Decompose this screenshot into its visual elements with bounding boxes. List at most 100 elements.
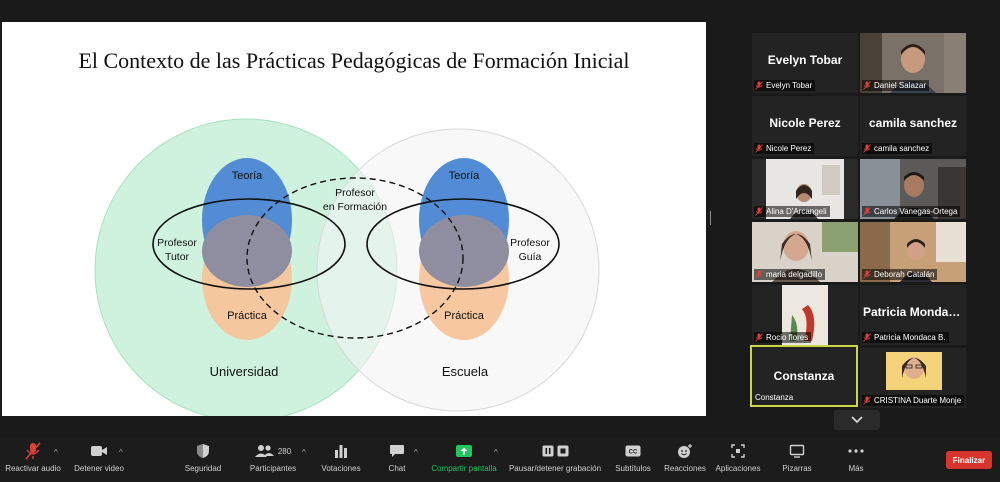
participant-tile[interactable]: camila sanchez camila sanchez — [860, 96, 966, 156]
pause-icon — [542, 445, 553, 457]
participant-tile[interactable]: Deborah Catalán — [860, 222, 966, 282]
polls-button[interactable]: Votaciones — [318, 442, 364, 480]
participant-tile[interactable]: Alina D'Arcangeli — [752, 159, 858, 219]
participant-label: Rocio flores — [754, 332, 812, 343]
pause-stop-recording-button[interactable]: Pausar/detener grabación — [506, 442, 604, 480]
participant-label: CRISTINA Duarte Monje — [862, 395, 965, 406]
participant-tile[interactable]: Carlos Vanegas-Ortega — [860, 159, 966, 219]
mic-muted-icon — [755, 207, 763, 216]
participant-label: Nicole Perez — [754, 143, 815, 154]
gallery-next-page-button[interactable] — [834, 410, 880, 430]
stop-video-label: Detener video — [74, 464, 124, 473]
smiley-add-icon — [678, 444, 692, 458]
more-button[interactable]: Más — [838, 442, 874, 480]
participant-label: Alina D'Arcangeli — [754, 206, 830, 217]
panel-splitter-handle[interactable] — [709, 211, 713, 225]
mic-muted-icon — [755, 270, 763, 279]
participants-label: Participantes — [249, 464, 297, 473]
participant-big-name: Evelyn Tobar — [767, 53, 843, 67]
participant-tile-active-speaker[interactable]: Constanza Constanza — [750, 345, 858, 407]
mic-muted-icon — [863, 396, 871, 405]
share-options-caret-icon[interactable]: ^ — [494, 448, 498, 457]
participant-label: Deborah Catalán — [862, 269, 938, 280]
participant-big-name: camila sanchez — [868, 116, 958, 130]
participant-label: Carlos Vanegas-Ortega — [862, 206, 961, 217]
security-button[interactable]: Seguridad — [180, 442, 226, 480]
pause-stop-recording-label: Pausar/detener grabación — [508, 464, 602, 473]
captions-button[interactable]: CC Subtítulos — [612, 442, 654, 480]
participants-button[interactable]: 280 Participantes — [246, 442, 300, 480]
participant-label: maria delgadillo — [754, 269, 826, 280]
label-practica-left: Práctica — [227, 310, 268, 322]
participant-label: Patricia Mondaca B. — [862, 332, 949, 343]
participant-tile[interactable]: Rocio flores — [752, 285, 858, 345]
whiteboards-button[interactable]: Pizarras — [776, 442, 818, 480]
svg-text:CC: CC — [629, 450, 638, 456]
shared-screen: El Contexto de las Prácticas Pedagógicas… — [0, 0, 708, 438]
participant-label: camila sanchez — [862, 143, 933, 154]
mic-muted-icon — [25, 442, 41, 460]
participant-name: camila sanchez — [874, 144, 930, 153]
mic-muted-icon — [863, 270, 871, 279]
participant-label: Evelyn Tobar — [754, 80, 816, 91]
participant-tile[interactable]: Nicole Perez Nicole Perez — [752, 96, 858, 156]
mic-muted-icon — [863, 144, 871, 153]
zoom-meeting-window: El Contexto de las Prácticas Pedagógicas… — [0, 0, 1000, 482]
participant-name: Alina D'Arcangeli — [766, 207, 827, 216]
more-dots-icon — [848, 449, 864, 453]
reactions-button[interactable]: Reacciones — [662, 442, 708, 480]
mic-muted-icon — [755, 144, 763, 153]
share-screen-label: Compartir pantalla — [431, 464, 497, 473]
participant-name: Patricia Mondaca B. — [874, 333, 946, 342]
participant-tile[interactable]: Patricia Mondac... Patricia Mondaca B. — [860, 285, 966, 345]
chat-label: Chat — [388, 464, 406, 473]
apps-icon — [731, 444, 745, 458]
mic-muted-icon — [755, 81, 763, 90]
reactions-label: Reacciones — [664, 464, 706, 473]
video-camera-icon — [91, 446, 107, 456]
label-teoria-left: Teoría — [232, 170, 263, 182]
apps-button[interactable]: Aplicaciones — [714, 442, 762, 480]
whiteboards-label: Pizarras — [782, 464, 812, 473]
stop-icon — [557, 445, 568, 457]
chat-button[interactable]: Chat — [380, 442, 414, 480]
more-label: Más — [848, 464, 864, 473]
meeting-toolbar: Reactivar audio ^ Detener video ^ Seguri… — [0, 438, 1000, 482]
participant-name: Deborah Catalán — [874, 270, 935, 279]
mic-muted-icon — [755, 333, 763, 342]
venn-diagram: Teoría Práctica Profesor Tutor Profesor … — [94, 118, 600, 416]
captions-label: Subtítulos — [615, 464, 651, 473]
participant-name: Evelyn Tobar — [766, 81, 813, 90]
security-label: Seguridad — [184, 464, 222, 473]
apps-label: Aplicaciones — [715, 464, 761, 473]
audio-options-caret-icon[interactable]: ^ — [54, 448, 58, 457]
participant-label: Daniel Salazar — [862, 80, 930, 91]
presentation-slide: El Contexto de las Prácticas Pedagógicas… — [2, 22, 706, 416]
label-tutor-2: Tutor — [165, 251, 190, 263]
label-guia-2: Guía — [519, 251, 542, 263]
share-screen-button[interactable]: Compartir pantalla — [428, 442, 500, 480]
end-meeting-button[interactable]: Finalizar — [946, 451, 992, 469]
label-escuela: Escuela — [442, 364, 489, 379]
label-practica-right: Práctica — [444, 310, 485, 322]
chat-options-caret-icon[interactable]: ^ — [414, 448, 418, 457]
label-formacion-1: Profesor — [335, 187, 375, 199]
participant-name: Nicole Perez — [766, 144, 812, 153]
mic-muted-icon — [863, 207, 871, 216]
participant-tile[interactable]: CRISTINA Duarte Monje — [860, 348, 966, 408]
participant-label: Constanza — [754, 392, 796, 403]
participants-count: 280 — [277, 446, 292, 456]
participant-tile[interactable]: Evelyn Tobar Evelyn Tobar — [752, 33, 858, 93]
participants-options-caret-icon[interactable]: ^ — [302, 448, 306, 457]
participant-tile[interactable]: maria delgadillo — [752, 222, 858, 282]
label-teoria-right: Teoría — [449, 170, 480, 182]
participants-icon — [254, 445, 274, 457]
label-tutor-1: Profesor — [157, 237, 197, 249]
share-screen-icon — [456, 445, 472, 457]
participant-name: Daniel Salazar — [874, 81, 927, 90]
video-options-caret-icon[interactable]: ^ — [119, 448, 123, 457]
participant-tile[interactable]: Daniel Salazar — [860, 33, 966, 93]
bar-chart-icon — [335, 445, 347, 458]
participant-name: Rocio flores — [766, 333, 809, 342]
whiteboard-icon — [789, 444, 805, 458]
